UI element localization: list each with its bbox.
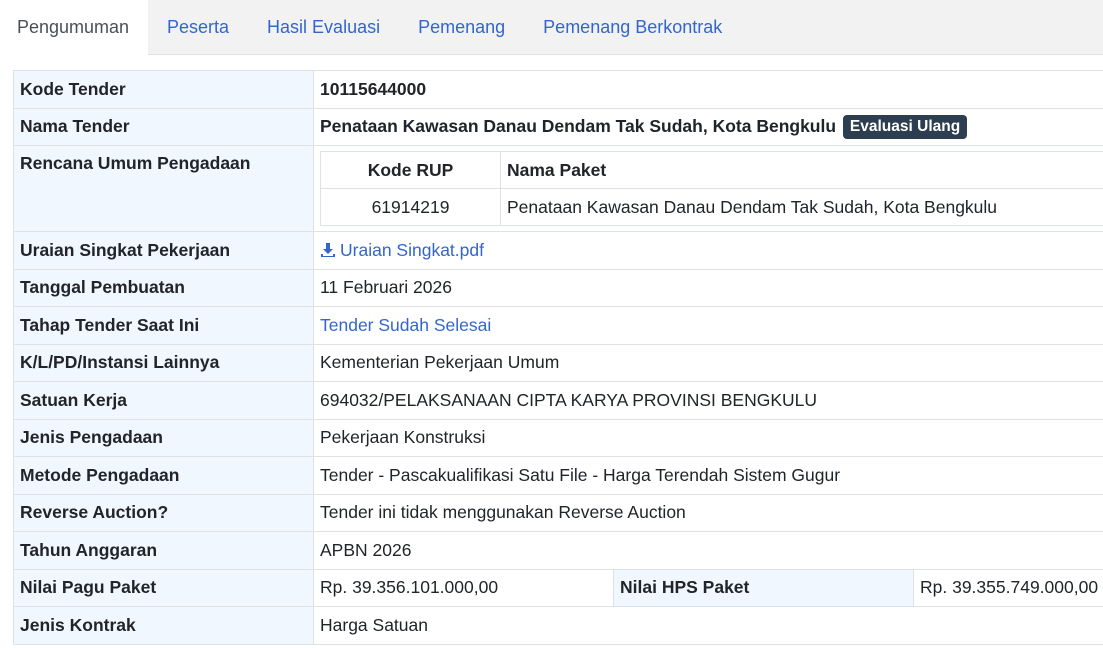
jenis-pengadaan-value: Pekerjaan Konstruksi: [312, 418, 1103, 457]
tanggal-value: 11 Februari 2026: [312, 268, 1103, 307]
status-badge: Evaluasi Ulang: [842, 114, 968, 139]
kode-tender-label: Kode Tender: [13, 70, 314, 109]
rup-label: Rencana Umum Pengadaan: [13, 145, 314, 232]
reverse-value: Tender ini tidak menggunakan Reverse Auc…: [312, 493, 1103, 532]
kontrak-value: Harga Satuan: [312, 606, 1103, 645]
row-nama-tender: Nama Tender Penataan Kawasan Danau Denda…: [13, 107, 1103, 146]
metode-value: Tender - Pascakualifikasi Satu File - Ha…: [312, 456, 1103, 495]
row-satker: Satuan Kerja 694032/PELAKSANAAN CIPTA KA…: [13, 381, 1103, 420]
tab-peserta[interactable]: Peserta: [148, 0, 248, 54]
rup-row: 61914219 Penataan Kawasan Danau Dendam T…: [320, 188, 1103, 226]
row-metode: Metode Pengadaan Tender - Pascakualifika…: [13, 456, 1103, 495]
hps-label: Nilai HPS Paket: [613, 568, 914, 607]
tender-detail-table: Kode Tender 10115644000 Nama Tender Pena…: [13, 70, 1103, 645]
hps-value: Rp. 39.355.749.000,00: [912, 568, 1103, 607]
row-pagu-hps: Nilai Pagu Paket Rp. 39.356.101.000,00 N…: [13, 568, 1103, 607]
uraian-download-link[interactable]: Uraian Singkat.pdf: [320, 240, 484, 260]
tab-pemenang[interactable]: Pemenang: [399, 0, 524, 54]
tahap-label: Tahap Tender Saat Ini: [13, 306, 314, 345]
uraian-link-text: Uraian Singkat.pdf: [340, 239, 484, 260]
pagu-label: Nilai Pagu Paket: [13, 568, 314, 607]
rup-nama-value: Penataan Kawasan Danau Dendam Tak Sudah,…: [500, 188, 1103, 226]
rup-header-kode: Kode RUP: [320, 151, 501, 189]
rup-header-row: Kode RUP Nama Paket: [320, 151, 1103, 189]
instansi-label: K/L/PD/Instansi Lainnya: [13, 343, 314, 382]
satker-label: Satuan Kerja: [13, 381, 314, 420]
metode-label: Metode Pengadaan: [13, 456, 314, 495]
rup-kode-value: 61914219: [320, 188, 501, 226]
row-instansi: K/L/PD/Instansi Lainnya Kementerian Peke…: [13, 343, 1103, 382]
tanggal-label: Tanggal Pembuatan: [13, 268, 314, 307]
tab-pemenang-berkontrak[interactable]: Pemenang Berkontrak: [524, 0, 741, 54]
row-rup: Rencana Umum Pengadaan Kode RUP Nama Pak…: [13, 145, 1103, 232]
row-tahap: Tahap Tender Saat Ini Tender Sudah Seles…: [13, 306, 1103, 345]
rup-header-nama: Nama Paket: [500, 151, 1103, 189]
row-jenis-pengadaan: Jenis Pengadaan Pekerjaan Konstruksi: [13, 418, 1103, 457]
tab-hasil-evaluasi[interactable]: Hasil Evaluasi: [248, 0, 399, 54]
row-tahun: Tahun Anggaran APBN 2026: [13, 531, 1103, 570]
tahap-cell: Tender Sudah Selesai: [312, 306, 1103, 345]
instansi-value: Kementerian Pekerjaan Umum: [312, 343, 1103, 382]
uraian-label: Uraian Singkat Pekerjaan: [13, 231, 314, 270]
tab-pengumuman[interactable]: Pengumuman: [0, 0, 148, 55]
satker-value: 694032/PELAKSANAAN CIPTA KARYA PROVINSI …: [312, 381, 1103, 420]
row-tanggal: Tanggal Pembuatan 11 Februari 2026: [13, 268, 1103, 307]
reverse-label: Reverse Auction?: [13, 493, 314, 532]
download-icon: [321, 242, 335, 257]
row-uraian: Uraian Singkat Pekerjaan Uraian Singkat.…: [13, 231, 1103, 270]
rup-cell: Kode RUP Nama Paket 61914219 Penataan Ka…: [312, 145, 1103, 232]
tahap-link[interactable]: Tender Sudah Selesai: [320, 315, 491, 335]
pagu-value: Rp. 39.356.101.000,00: [313, 568, 614, 607]
nama-tender-cell: Penataan Kawasan Danau Dendam Tak Sudah,…: [312, 107, 1103, 146]
tender-detail: Kode Tender 10115644000 Nama Tender Pena…: [13, 70, 1103, 645]
tahun-value: APBN 2026: [312, 531, 1103, 570]
uraian-cell: Uraian Singkat.pdf: [312, 231, 1103, 270]
tab-bar: Pengumuman Peserta Hasil Evaluasi Pemena…: [0, 0, 1103, 55]
tahun-label: Tahun Anggaran: [13, 531, 314, 570]
nama-tender-label: Nama Tender: [13, 107, 314, 146]
rup-table: Kode RUP Nama Paket 61914219 Penataan Ka…: [320, 151, 1103, 226]
row-kontrak: Jenis Kontrak Harga Satuan: [13, 606, 1103, 645]
row-reverse: Reverse Auction? Tender ini tidak menggu…: [13, 493, 1103, 532]
nama-tender-value: Penataan Kawasan Danau Dendam Tak Sudah,…: [320, 115, 837, 136]
kode-tender-value: 10115644000: [312, 70, 1103, 109]
kontrak-label: Jenis Kontrak: [13, 606, 314, 645]
row-kode-tender: Kode Tender 10115644000: [13, 70, 1103, 109]
jenis-pengadaan-label: Jenis Pengadaan: [13, 418, 314, 457]
